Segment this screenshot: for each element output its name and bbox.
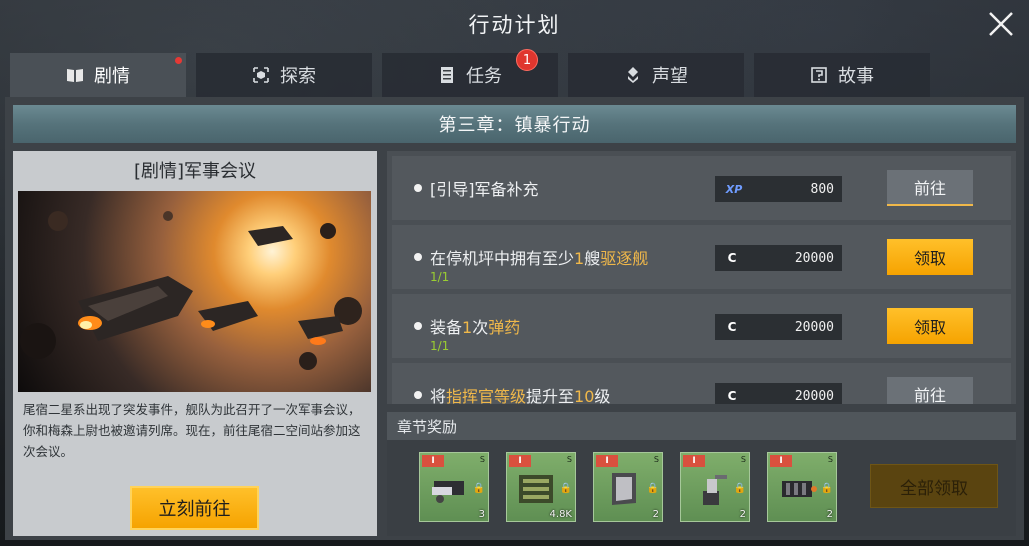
reward-box: XP 800	[715, 176, 842, 202]
lock-icon: 🔒	[646, 483, 659, 494]
tab-plot[interactable]: 剧情	[10, 53, 186, 97]
tab-label: 探索	[280, 66, 316, 87]
reward-value: 20000	[794, 250, 834, 266]
task-progress: 1/1	[430, 270, 450, 284]
claim-button[interactable]: 领取	[887, 308, 973, 344]
reward-item[interactable]: I S 🔒 2	[767, 452, 837, 522]
claim-button[interactable]: 领取	[887, 239, 973, 275]
task-row: 将指挥官等级提升至10级 C 20000 前往	[392, 363, 1011, 404]
task-row: 在停机坪中拥有至少1艘驱逐舰 1/1 C 20000 领取	[392, 225, 1011, 289]
task-row: 装备1次弹药 1/1 C 20000 领取	[392, 294, 1011, 358]
lock-icon: 🔒	[733, 483, 746, 494]
reward-value: 20000	[794, 319, 834, 335]
notification-dot	[175, 57, 182, 64]
close-button[interactable]	[985, 8, 1017, 40]
grade-label: S	[479, 455, 485, 464]
tab-bar: 剧情 探索 任务 1 声望 故事	[10, 49, 1020, 97]
go-now-button[interactable]: 立刻前往	[130, 486, 259, 530]
chapter-rewards-title: 章节奖励	[387, 412, 1016, 440]
story-illustration	[18, 191, 371, 392]
ammo-pack-icon	[519, 475, 553, 503]
weapon-module-icon	[432, 481, 464, 503]
reward-box: C 20000	[715, 245, 842, 271]
credit-icon: C	[727, 251, 737, 265]
reward-value: 20000	[794, 388, 834, 404]
item-quantity: 2	[739, 509, 746, 520]
main-panel: 第三章：镇暴行动 [剧情]军事会议 尾宿二星系出现了突发事件，舰队为此召开了一次…	[5, 97, 1024, 540]
tab-explore[interactable]: 探索	[196, 53, 372, 97]
goto-button[interactable]: 前往	[887, 170, 973, 206]
engine-module-icon	[782, 481, 817, 497]
xp-icon: XP	[725, 182, 743, 196]
tab-label: 故事	[838, 66, 874, 87]
reward-box: C 20000	[715, 314, 842, 340]
task-text: 装备1次弹药	[430, 318, 521, 337]
close-icon	[989, 12, 1013, 36]
credit-icon: C	[727, 389, 737, 403]
book-icon	[67, 69, 83, 82]
lock-icon: 🔒	[820, 483, 833, 494]
bullet	[414, 322, 422, 330]
reward-item[interactable]: I S 🔒 2	[680, 452, 750, 522]
credit-icon: C	[727, 320, 737, 334]
item-quantity: 2	[826, 509, 833, 520]
tier-badge: I	[509, 455, 531, 467]
notification-badge: 1	[516, 49, 538, 71]
story-icon	[811, 67, 827, 83]
task-progress: 1/1	[430, 339, 450, 353]
bullet	[414, 253, 422, 261]
task-row: [引导]军备补充 XP 800 前往	[392, 156, 1011, 220]
item-quantity: 2	[652, 509, 659, 520]
chapter-rewards: 章节奖励 I S 🔒 3 I S 🔒 4.8K I S 🔒 2 I S 🔒 2 …	[387, 412, 1016, 536]
grade-label: S	[653, 455, 659, 464]
tier-badge: I	[770, 455, 792, 467]
bullet	[414, 391, 422, 399]
bullet	[414, 184, 422, 192]
story-panel: [剧情]军事会议 尾宿二星系出现了突发事件，舰队为此召开了一次军事会议，你和梅森…	[13, 151, 377, 536]
grade-label: S	[740, 455, 746, 464]
task-text: 在停机坪中拥有至少1艘驱逐舰	[430, 249, 649, 268]
turret-module-icon	[703, 475, 727, 505]
item-quantity: 3	[478, 509, 485, 520]
tier-badge: I	[422, 455, 444, 467]
lock-icon: 🔒	[559, 483, 572, 494]
lock-icon: 🔒	[472, 483, 485, 494]
goto-button[interactable]: 前往	[887, 377, 973, 404]
tab-label: 任务	[466, 66, 502, 87]
tab-tasks[interactable]: 任务 1	[382, 49, 558, 97]
tab-label: 剧情	[94, 66, 130, 87]
story-description: 尾宿二星系出现了突发事件，舰队为此召开了一次军事会议，你和梅森上尉也被邀请列席。…	[23, 402, 361, 459]
reward-box: C 20000	[715, 383, 842, 404]
title-bar: 行动计划	[0, 0, 1029, 48]
reward-item[interactable]: I S 🔒 4.8K	[506, 452, 576, 522]
claim-all-button[interactable]: 全部领取	[870, 464, 998, 508]
tier-badge: I	[683, 455, 705, 467]
reputation-icon	[628, 67, 638, 83]
reward-item[interactable]: I S 🔒 2	[593, 452, 663, 522]
task-list: [引导]军备补充 XP 800 前往 在停机坪中拥有至少1艘驱逐舰 1/1 C …	[387, 151, 1016, 404]
tier-badge: I	[596, 455, 618, 467]
story-title: [剧情]军事会议	[133, 161, 257, 182]
task-list-icon	[441, 67, 453, 83]
chapter-title: 第三章：镇暴行动	[13, 105, 1016, 143]
grade-label: S	[827, 455, 833, 464]
task-text: [引导]军备补充	[430, 180, 539, 199]
tab-reputation[interactable]: 声望	[568, 53, 744, 97]
reward-item[interactable]: I S 🔒 3	[419, 452, 489, 522]
tab-story[interactable]: 故事	[754, 53, 930, 97]
item-quantity: 4.8K	[549, 509, 572, 520]
explore-icon	[253, 67, 269, 83]
tab-label: 声望	[652, 66, 688, 87]
armor-module-icon	[612, 473, 636, 505]
task-text: 将指挥官等级提升至10级	[430, 387, 611, 404]
reward-value: 800	[810, 181, 834, 197]
window-title: 行动计划	[468, 13, 561, 37]
grade-label: S	[566, 455, 572, 464]
